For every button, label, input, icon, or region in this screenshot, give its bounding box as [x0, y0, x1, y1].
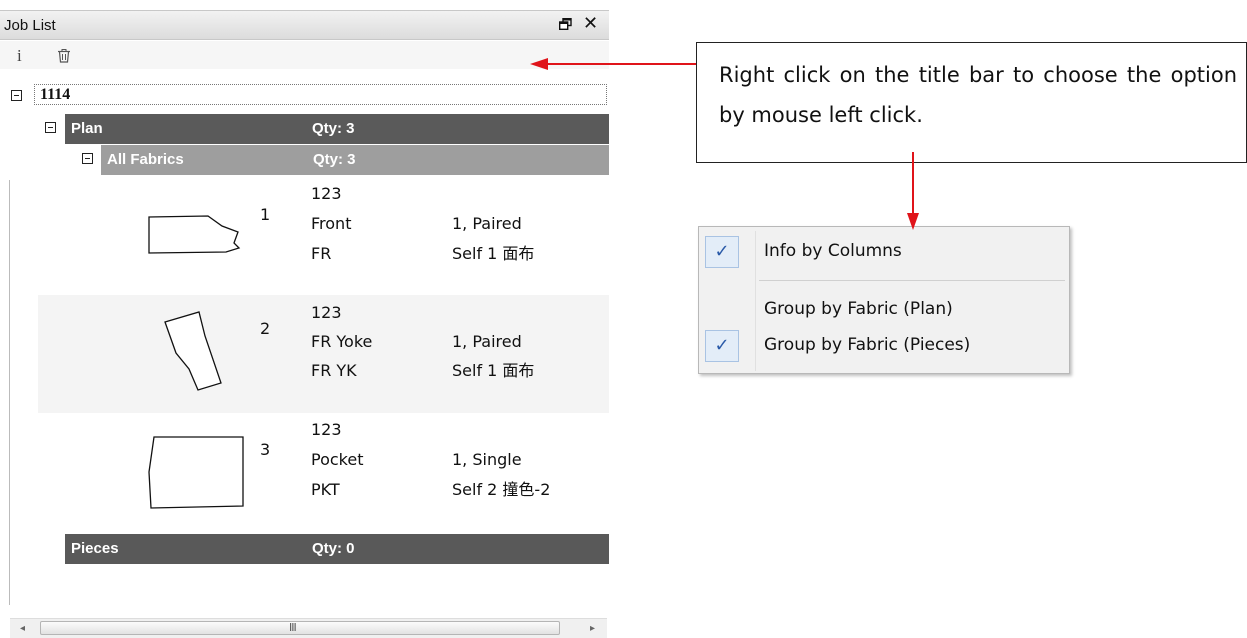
annotation-arrows [530, 58, 919, 230]
arrow-to-title-bar-icon [530, 58, 696, 70]
arrow-to-menu-icon [907, 152, 919, 230]
